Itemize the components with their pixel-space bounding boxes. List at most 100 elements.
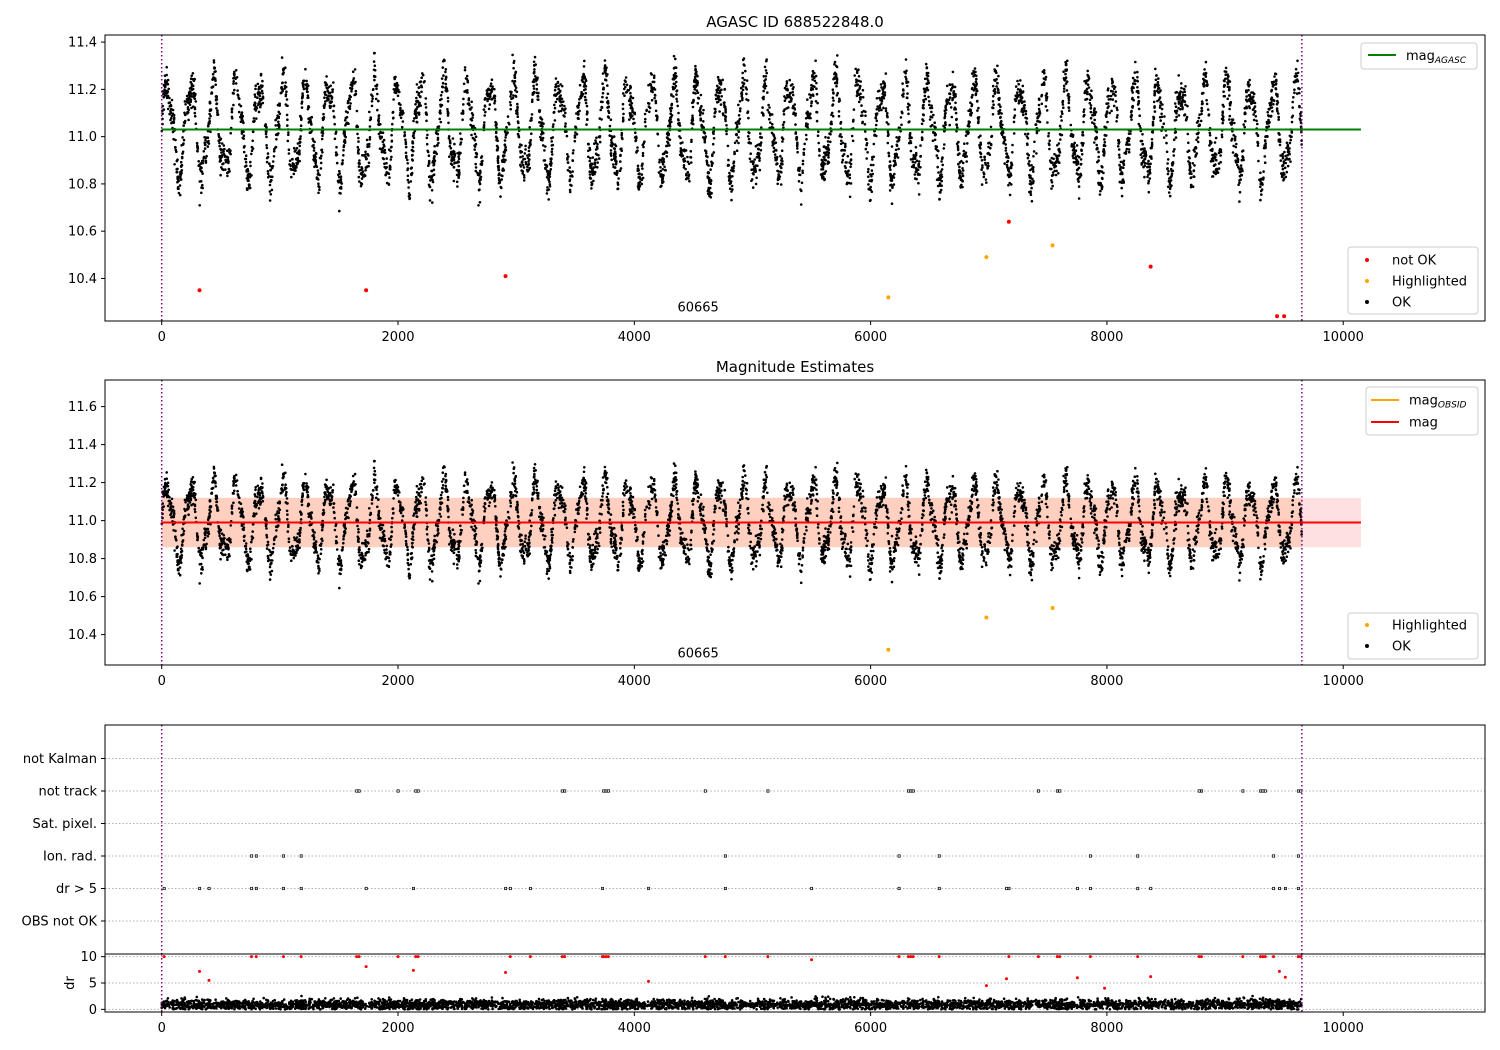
point-ok xyxy=(534,75,537,78)
point-ok xyxy=(1188,168,1191,172)
point-ok xyxy=(194,122,198,125)
point-ok xyxy=(1298,104,1301,108)
point-ok xyxy=(1016,79,1019,83)
point-ok xyxy=(1147,190,1151,194)
point-ok xyxy=(328,91,332,95)
point-ok xyxy=(527,160,530,163)
point-ok xyxy=(1291,106,1294,109)
point-ok xyxy=(699,106,702,110)
point-ok xyxy=(230,110,234,114)
point-ok xyxy=(1119,165,1122,169)
point-ok xyxy=(619,167,623,170)
point-ok xyxy=(208,117,211,120)
point-ok xyxy=(441,66,445,69)
point-ok xyxy=(1073,150,1077,154)
point-ok xyxy=(1012,120,1016,124)
point-ok xyxy=(926,79,930,82)
point-ok xyxy=(865,142,869,145)
point-ok xyxy=(286,118,289,121)
point-ok xyxy=(680,149,684,152)
point-ok xyxy=(611,142,614,145)
point-ok xyxy=(1000,119,1003,123)
point-ok xyxy=(1048,139,1051,143)
point-ok xyxy=(321,134,324,138)
point-ok xyxy=(1166,158,1170,161)
point-ok xyxy=(664,150,668,153)
point-ok xyxy=(330,96,334,99)
point-ok xyxy=(784,96,788,100)
point-ok xyxy=(1281,156,1285,160)
point-ok xyxy=(651,80,655,84)
point-ok xyxy=(1228,87,1231,91)
point-ok xyxy=(187,108,191,112)
point-ok xyxy=(831,88,835,91)
point-ok xyxy=(899,116,903,119)
point-ok xyxy=(867,175,870,178)
point-ok xyxy=(291,162,295,165)
point-ok xyxy=(994,69,998,73)
point-ok xyxy=(587,142,590,146)
point-ok xyxy=(355,125,358,129)
point-ok xyxy=(756,147,760,151)
point-ok xyxy=(302,87,306,91)
point-ok xyxy=(860,104,863,107)
point-ok xyxy=(257,110,261,114)
point-ok xyxy=(999,116,1002,120)
point-ok xyxy=(1222,94,1226,98)
point-ok xyxy=(368,110,371,114)
point-ok xyxy=(1277,139,1281,143)
point-ok xyxy=(1189,176,1193,180)
point-ok xyxy=(198,180,202,183)
point-ok xyxy=(836,54,839,57)
point-ok xyxy=(322,112,325,116)
point-ok xyxy=(1187,141,1190,145)
point-ok xyxy=(317,182,320,185)
point-ok xyxy=(580,79,584,82)
point-ok xyxy=(599,108,602,112)
point-ok xyxy=(644,125,647,128)
point-ok xyxy=(643,140,646,143)
point-ok xyxy=(1120,171,1123,174)
point-ok xyxy=(1008,193,1012,197)
point-ok xyxy=(767,103,770,107)
point-ok xyxy=(647,102,651,105)
point-ok xyxy=(425,142,429,146)
point-ok xyxy=(448,155,451,158)
point-ok xyxy=(983,155,986,159)
point-ok xyxy=(1090,89,1093,92)
point-ok xyxy=(920,136,924,139)
point-ok xyxy=(1173,148,1176,151)
point-ok xyxy=(715,84,719,88)
point-ok xyxy=(612,147,616,150)
point-ok xyxy=(165,65,168,69)
point-ok xyxy=(1019,88,1022,91)
point-ok xyxy=(587,149,590,153)
point-ok xyxy=(173,163,176,166)
point-ok xyxy=(165,73,168,77)
point-ok xyxy=(942,147,946,150)
point-ok xyxy=(1160,112,1163,116)
point-ok xyxy=(296,162,299,165)
point-ok xyxy=(179,160,183,164)
point-ok xyxy=(584,101,588,105)
point-ok xyxy=(1191,162,1195,165)
point-ok xyxy=(357,136,360,140)
point-ok xyxy=(631,96,635,100)
point-ok xyxy=(1296,59,1299,63)
point-ok xyxy=(669,109,673,113)
point-ok xyxy=(759,141,763,144)
point-ok xyxy=(884,109,888,113)
point-ok xyxy=(444,82,448,86)
point-ok xyxy=(254,87,257,91)
point-ok xyxy=(641,154,645,157)
point-ok xyxy=(1093,112,1096,115)
point-ok xyxy=(219,137,223,141)
point-ok xyxy=(356,132,359,136)
point-ok xyxy=(566,161,570,164)
point-ok xyxy=(1259,198,1262,202)
point-ok xyxy=(447,135,451,138)
point-ok xyxy=(1097,155,1100,159)
point-ok xyxy=(381,157,385,160)
point-ok xyxy=(415,83,419,86)
point-ok xyxy=(1255,132,1258,135)
